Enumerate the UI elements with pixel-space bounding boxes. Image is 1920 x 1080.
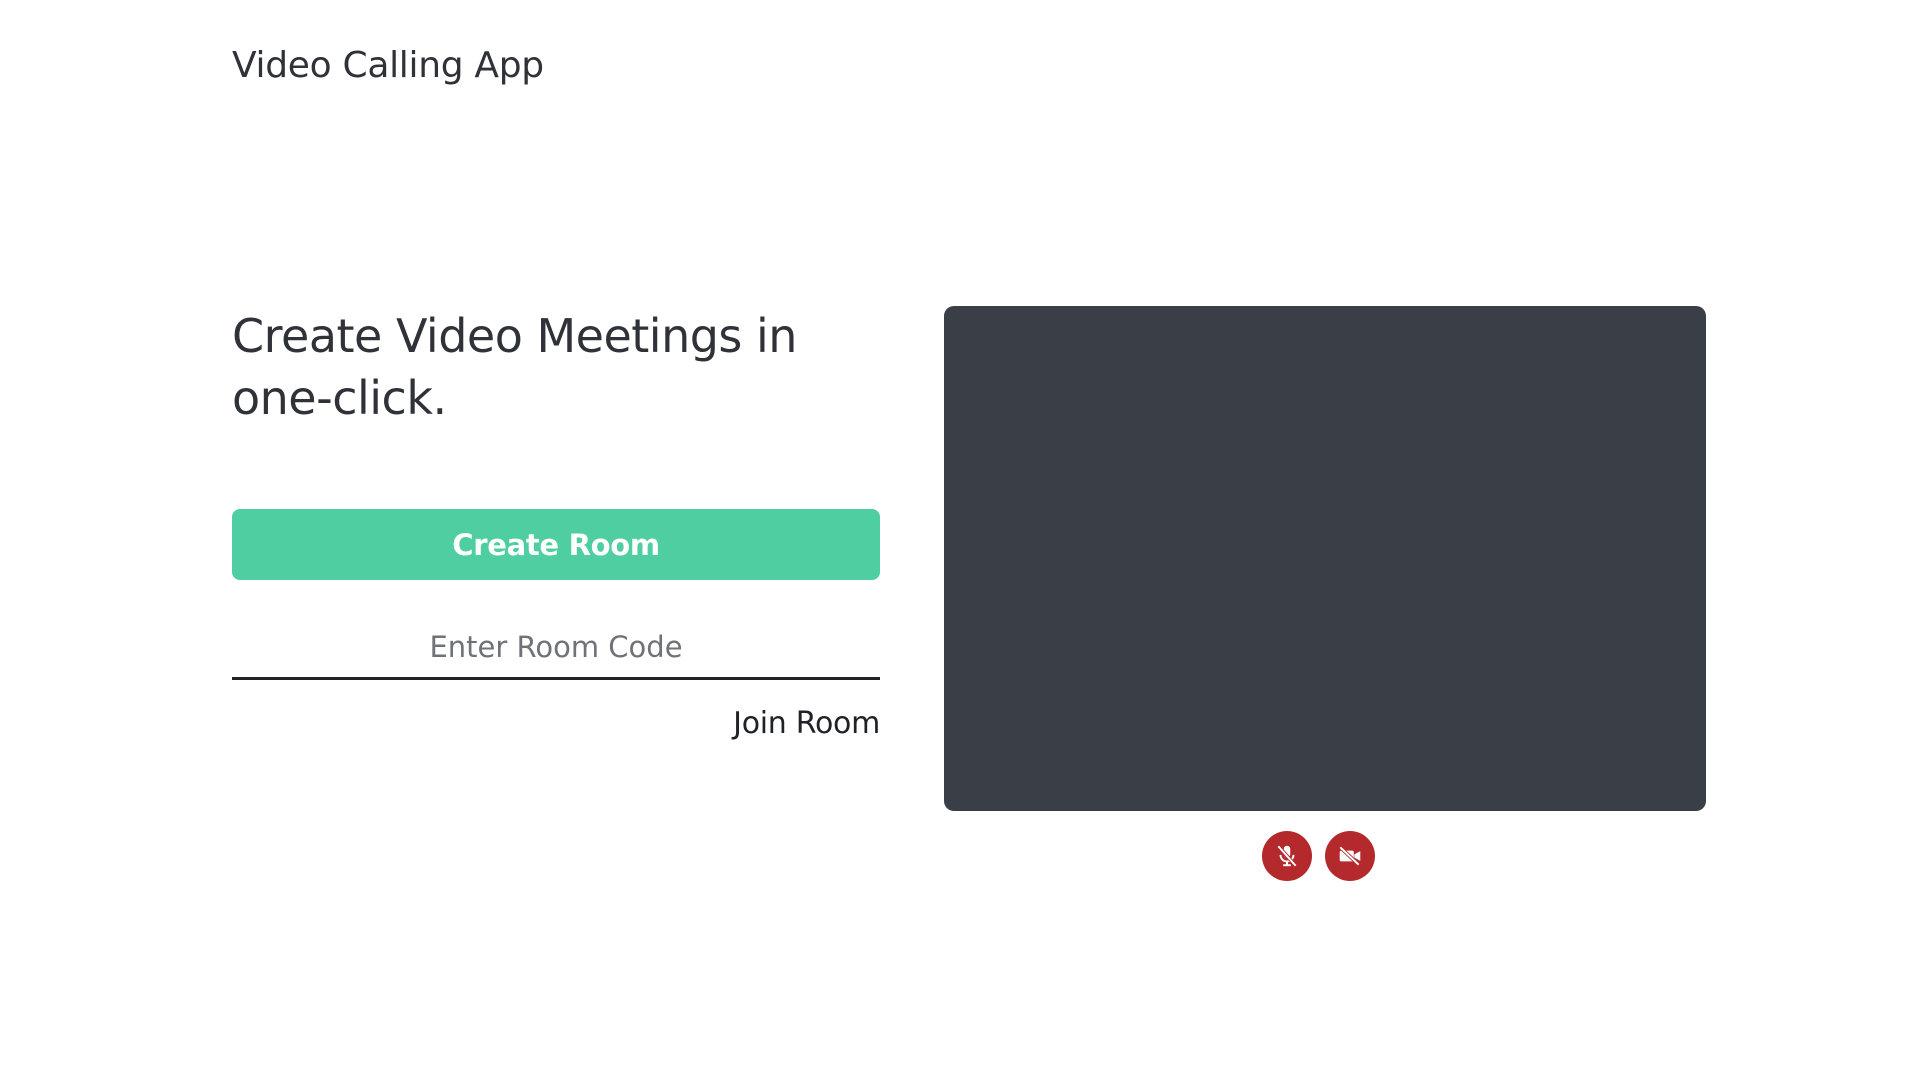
- join-room-row: Join Room: [232, 706, 880, 741]
- mic-toggle-button[interactable]: [1262, 831, 1312, 881]
- join-room-button[interactable]: Join Room: [733, 706, 880, 741]
- video-preview: [944, 306, 1706, 811]
- create-room-button[interactable]: Create Room: [232, 509, 880, 580]
- landing-page: Video Calling App Create Video Meetings …: [0, 0, 1920, 1080]
- video-off-icon: [1337, 843, 1363, 869]
- hero-headline: Create Video Meetings in one-click.: [232, 309, 797, 425]
- media-controls: [1262, 831, 1375, 881]
- meeting-actions-panel: Create Video Meetings in one-click. Crea…: [232, 305, 880, 741]
- mic-off-icon: [1274, 843, 1300, 869]
- app-title: Video Calling App: [232, 45, 544, 86]
- room-code-input[interactable]: [232, 616, 880, 680]
- camera-toggle-button[interactable]: [1325, 831, 1375, 881]
